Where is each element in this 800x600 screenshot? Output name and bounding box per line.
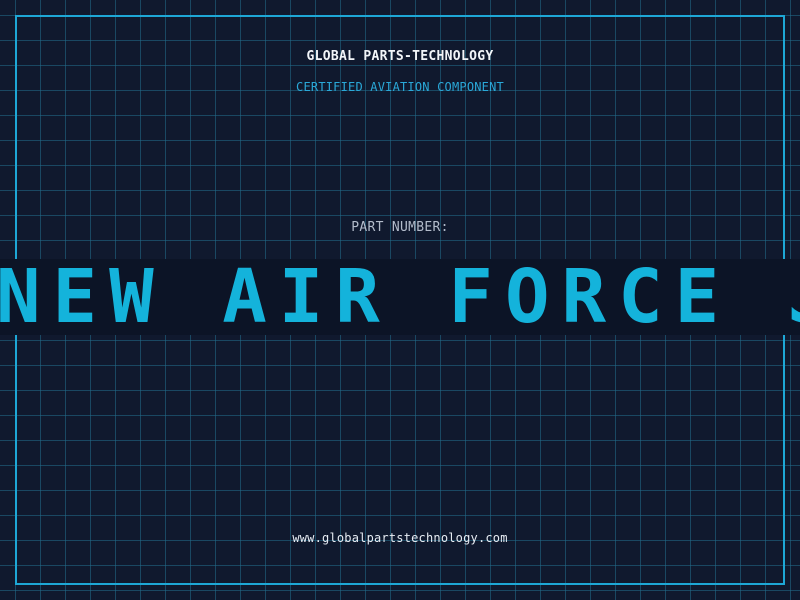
certification-subtitle: CERTIFIED AVIATION COMPONENT [296,80,504,94]
part-number-label: PART NUMBER: [351,220,449,235]
certificate-canvas: GLOBAL PARTS-TECHNOLOGY CERTIFIED AVIATI… [0,0,800,600]
website-url: www.globalpartstechnology.com [292,531,508,545]
company-name: GLOBAL PARTS-TECHNOLOGY [306,49,494,64]
part-number-banner: NEW AIR FORCE JETS [0,259,800,335]
part-number-value: NEW AIR FORCE JETS [0,259,800,335]
